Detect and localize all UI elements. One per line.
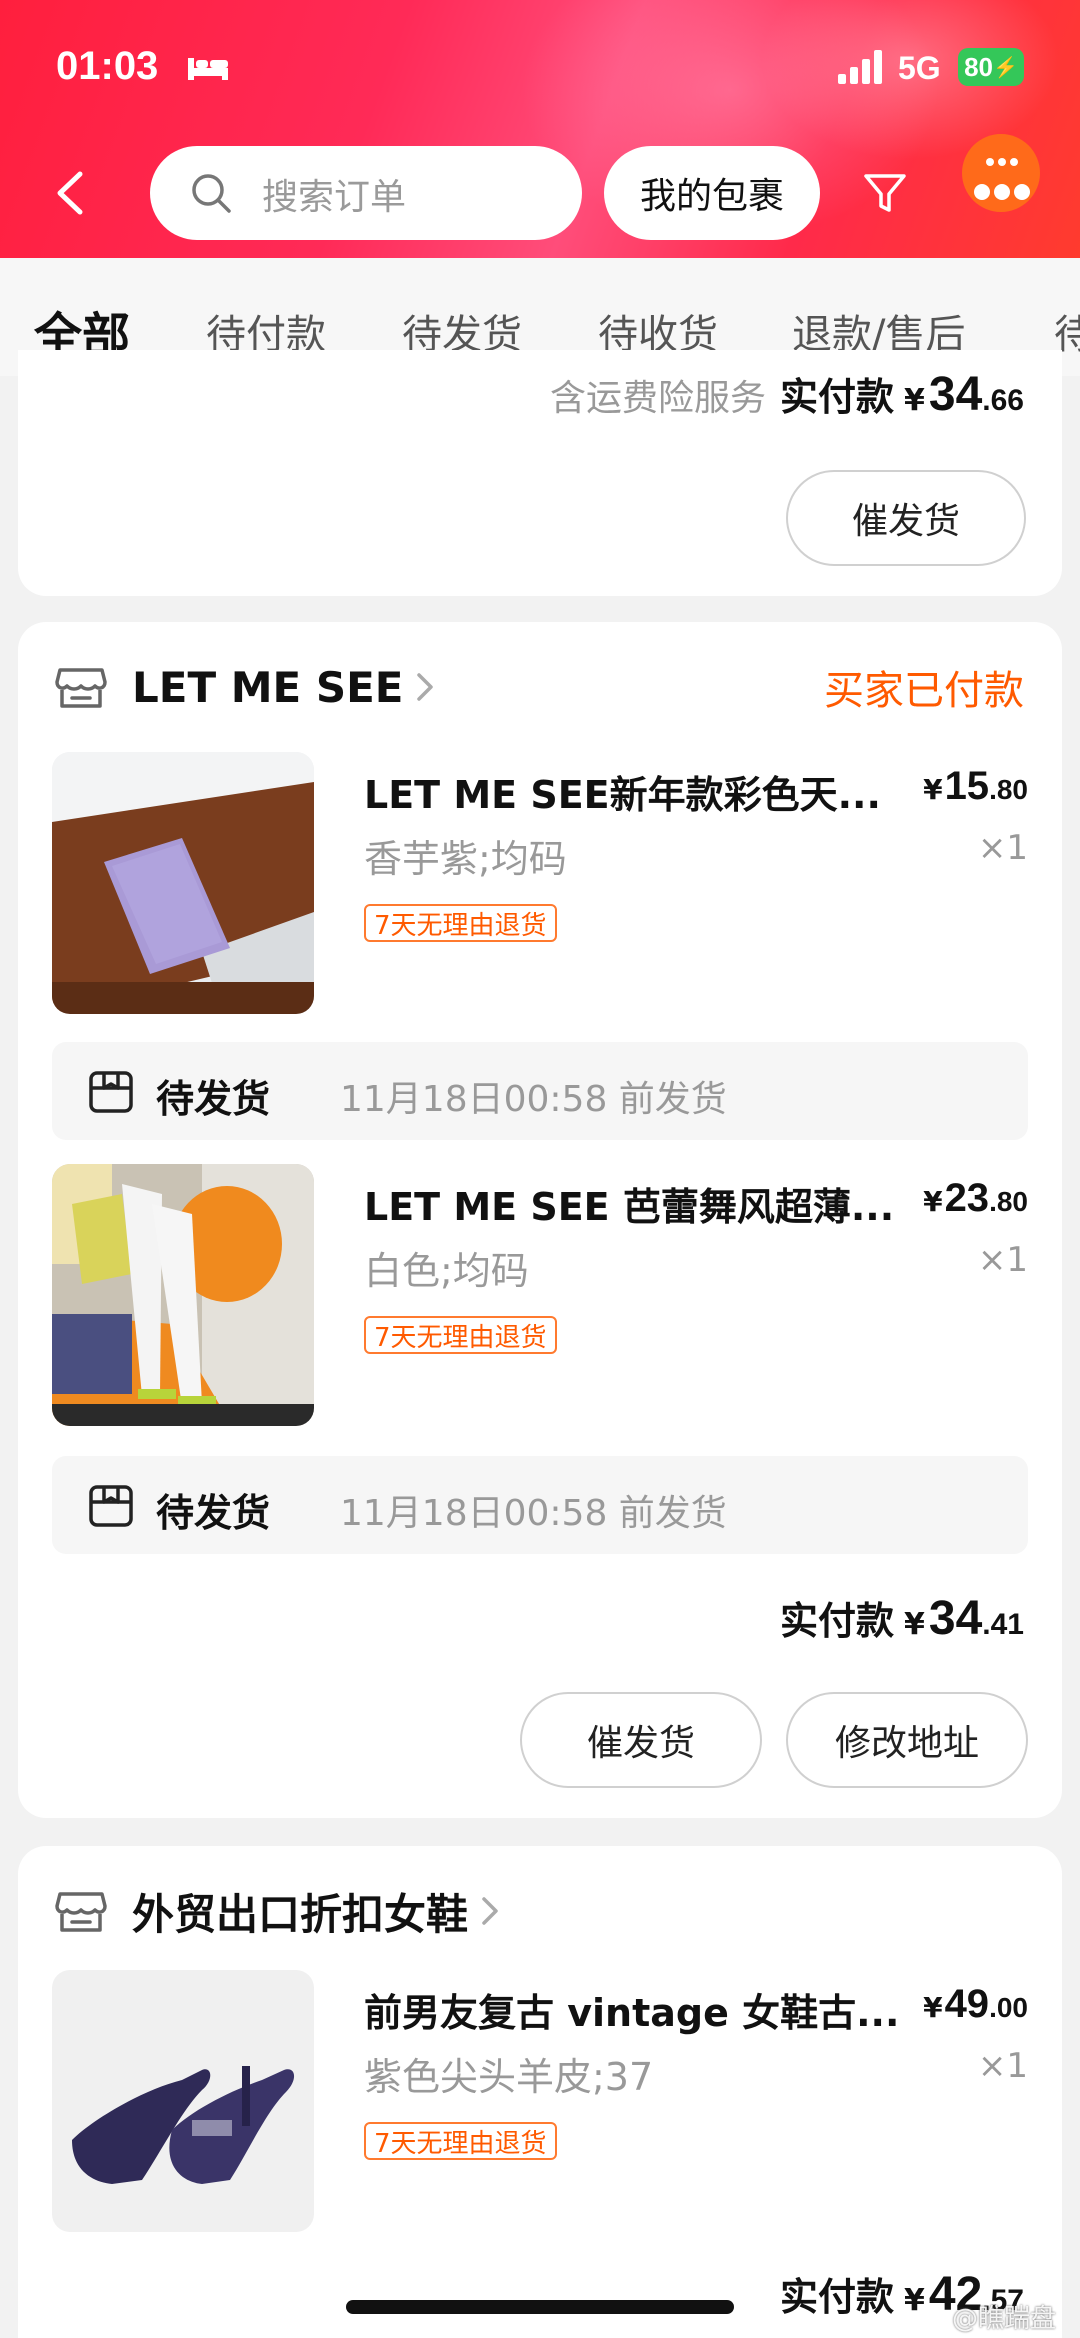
order-item[interactable]: 前男友复古 vintage 女鞋古... ¥ 49 .00 紫色尖头羊皮;37 … bbox=[52, 1970, 1028, 2232]
shipping-deadline: 11月18日00:58 前发货 bbox=[340, 1079, 727, 1120]
app-header: 01:03 5G 80 ⚡ 搜索订单 我的包裹 bbox=[0, 0, 1080, 258]
network-type: 5G bbox=[898, 50, 941, 86]
filter-icon[interactable] bbox=[862, 170, 908, 216]
order-card: 外贸出口折扣女鞋 前男友复古 vintage 女鞋古... ¥ 49 .00 紫… bbox=[18, 1846, 1062, 2338]
paid-label: 实付款 bbox=[780, 1599, 895, 1643]
product-image[interactable] bbox=[52, 1164, 314, 1426]
more-dots-icon[interactable] bbox=[962, 176, 1042, 206]
product-image[interactable] bbox=[52, 1970, 314, 2232]
paid-label: 实付款 bbox=[780, 375, 895, 419]
product-price: ¥ 49 .00 bbox=[923, 1982, 1028, 2026]
shop-name: 外贸出口折扣女鞋 bbox=[132, 1889, 469, 1939]
sleep-mode-icon bbox=[188, 58, 228, 80]
chevron-right-icon bbox=[482, 1897, 498, 1925]
paid-amount: 34 bbox=[928, 1592, 983, 1645]
product-spec: 白色;均码 bbox=[364, 1249, 529, 1293]
shipping-status-bar: 待发货 11月18日00:58 前发货 bbox=[52, 1042, 1028, 1140]
shipping-status-label: 待发货 bbox=[156, 1491, 271, 1535]
product-spec: 紫色尖头羊皮;37 bbox=[364, 2055, 654, 2099]
cellular-signal-icon bbox=[838, 50, 882, 84]
order-status: 买家已付款 bbox=[824, 668, 1024, 714]
product-quantity: ×1 bbox=[977, 2046, 1028, 2086]
product-price: ¥ 15 .80 bbox=[923, 764, 1028, 808]
my-packages-button[interactable]: 我的包裹 bbox=[604, 146, 820, 240]
watermark: @瞧踹盘 bbox=[952, 2304, 1057, 2334]
product-title: LET ME SEE新年款彩色天... bbox=[364, 773, 881, 817]
order-item[interactable]: LET ME SEE新年款彩色天... ¥ 15 .80 香芋紫;均码 ×1 7… bbox=[52, 752, 1028, 1014]
store-icon bbox=[55, 668, 107, 708]
battery-indicator: 80 ⚡ bbox=[958, 48, 1024, 86]
back-arrow-icon[interactable] bbox=[50, 168, 90, 218]
shipping-status-label: 待发货 bbox=[156, 1077, 271, 1121]
paid-label: 实付款 bbox=[780, 2275, 895, 2319]
shop-header[interactable]: 外贸出口折扣女鞋 bbox=[54, 1876, 502, 1946]
order-total: 含运费险服务 实付款 ¥ 34 .66 bbox=[549, 368, 1024, 421]
order-card: 含运费险服务 实付款 ¥ 34 .66 催发货 bbox=[18, 350, 1062, 596]
return-policy-badge: 7天无理由退货 bbox=[364, 2122, 557, 2160]
product-quantity: ×1 bbox=[977, 1240, 1028, 1280]
shipping-status-bar: 待发货 11月18日00:58 前发货 bbox=[52, 1456, 1028, 1554]
product-title: LET ME SEE 芭蕾舞风超薄... bbox=[364, 1185, 895, 1229]
status-bar: 01:03 5G 80 ⚡ bbox=[0, 0, 1080, 140]
product-spec: 香芋紫;均码 bbox=[364, 837, 567, 881]
search-icon bbox=[192, 174, 231, 213]
urge-shipment-button[interactable]: 催发货 bbox=[520, 1692, 762, 1788]
battery-level: 80 bbox=[964, 51, 993, 82]
product-title: 前男友复古 vintage 女鞋古... bbox=[364, 1991, 900, 2035]
shipping-insurance-note: 含运费险服务 bbox=[549, 378, 766, 419]
product-quantity: ×1 bbox=[977, 828, 1028, 868]
store-icon bbox=[55, 1892, 107, 1932]
home-indicator[interactable] bbox=[346, 2300, 734, 2314]
chevron-right-icon bbox=[417, 673, 434, 701]
urge-shipment-button[interactable]: 催发货 bbox=[786, 470, 1026, 566]
order-search-input[interactable]: 搜索订单 bbox=[150, 146, 582, 240]
package-icon bbox=[89, 1485, 133, 1527]
change-address-button[interactable]: 修改地址 bbox=[786, 1692, 1028, 1788]
order-total: 实付款 ¥ 34 .41 bbox=[780, 1592, 1024, 1645]
return-policy-badge: 7天无理由退货 bbox=[364, 1316, 557, 1354]
product-price: ¥ 23 .80 bbox=[923, 1176, 1028, 1220]
package-icon bbox=[89, 1071, 133, 1113]
product-image[interactable] bbox=[52, 752, 314, 1014]
order-card: LET ME SEE 买家已付款 LET ME SEE新年款彩色天... ¥ 1… bbox=[18, 622, 1062, 1818]
shop-name: LET ME SEE bbox=[132, 662, 404, 712]
shipping-deadline: 11月18日00:58 前发货 bbox=[340, 1493, 727, 1534]
search-placeholder: 搜索订单 bbox=[262, 177, 407, 218]
paid-amount: 34 bbox=[928, 368, 983, 421]
status-time: 01:03 bbox=[56, 44, 159, 88]
shop-header[interactable]: LET ME SEE bbox=[54, 652, 437, 722]
order-item[interactable]: LET ME SEE 芭蕾舞风超薄... ¥ 23 .80 白色;均码 ×1 7… bbox=[52, 1164, 1028, 1426]
return-policy-badge: 7天无理由退货 bbox=[364, 904, 557, 942]
